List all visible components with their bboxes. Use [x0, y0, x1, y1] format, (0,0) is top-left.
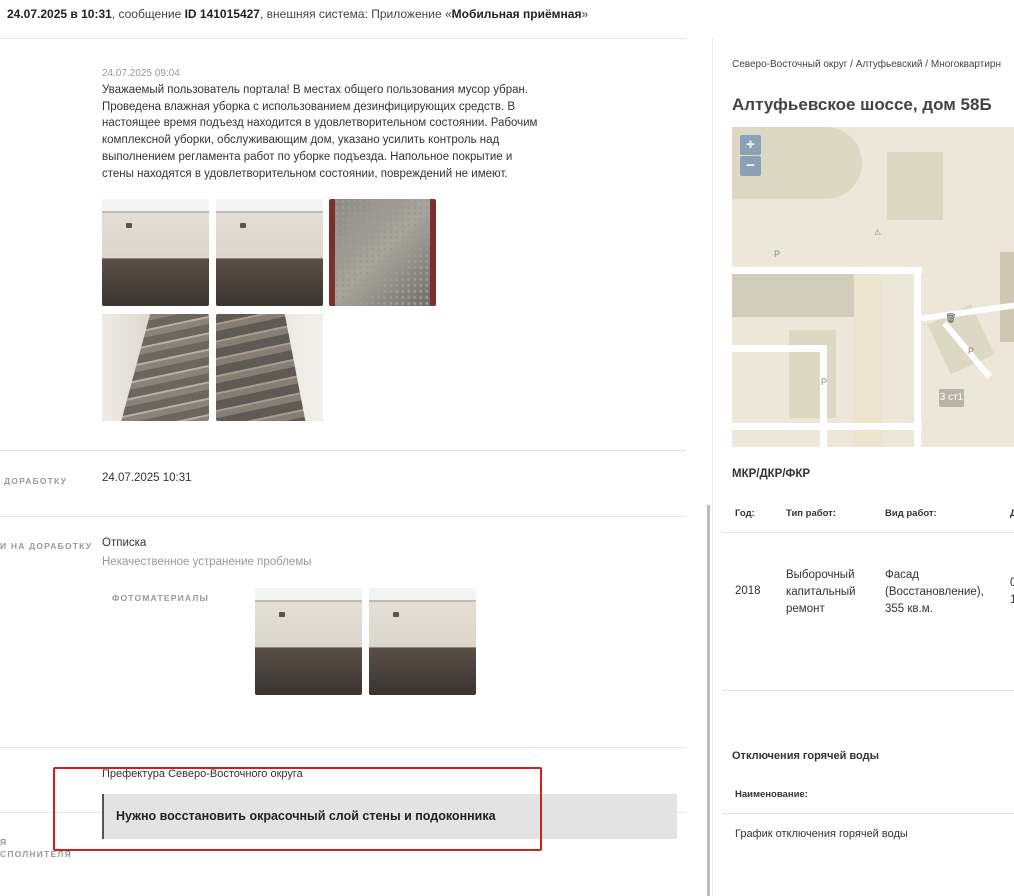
breadcrumb[interactable]: Северо-Восточный округ / Алтуфьевский / …	[732, 59, 1001, 70]
map-road	[732, 423, 922, 430]
map-building	[887, 152, 943, 220]
rework-photo-2[interactable]	[369, 588, 476, 695]
rework-date-value: 24.07.2025 10:31	[102, 472, 192, 484]
map-building	[789, 330, 836, 418]
works-col-extra: Д	[1010, 508, 1014, 519]
map[interactable]: P P P ⚠ 🗑 + − 3 ст1	[732, 127, 1014, 447]
executor-label-line2: СПОЛНИТЕЛЯ	[0, 849, 72, 859]
answer-photo-1[interactable]	[102, 199, 209, 306]
works-col-kind: Вид работ:	[885, 508, 937, 519]
works-extra: 0 1	[1010, 577, 1014, 606]
external-system-name: Мобильная приёмная	[451, 7, 582, 21]
map-road	[820, 345, 827, 447]
address-panel: Северо-Восточный округ / Алтуфьевский / …	[712, 38, 1014, 896]
trash-icon: 🗑	[945, 313, 957, 323]
works-col-type: Тип работ:	[786, 508, 836, 519]
rework-date-label: ДОРАБОТКУ	[4, 476, 68, 486]
works-title: МКР/ДКР/ФКР	[732, 468, 811, 480]
header-text-close: »	[581, 7, 589, 21]
header-text-system: , внешняя система: Приложение «	[259, 7, 452, 21]
map-zoom-controls: + −	[740, 135, 761, 177]
executor-label-line1: Я	[0, 837, 8, 847]
divider	[0, 450, 686, 451]
rework-reason-value: Отписка	[102, 537, 147, 549]
building-badge[interactable]: 3 ст1	[939, 389, 964, 407]
map-building	[854, 277, 882, 447]
answer-date: 24.07.2025 09:04	[102, 68, 180, 79]
answer-photo-3[interactable]	[329, 199, 436, 306]
parking-icon: P	[774, 249, 781, 259]
photos-label: ФОТОМАТЕРИАЛЫ	[112, 593, 210, 603]
answer-photo-5[interactable]	[216, 314, 323, 421]
answer-text: Уважаемый пользователь портала! В местах…	[102, 84, 538, 180]
rework-reason-detail: Некачественное устранение проблемы	[102, 556, 312, 568]
divider	[722, 690, 1014, 691]
parking-icon: P	[821, 377, 828, 387]
divider	[0, 747, 686, 748]
works-col-year: Год:	[735, 508, 755, 519]
map-building	[1000, 252, 1014, 342]
answer-photo-4[interactable]	[102, 314, 209, 421]
map-road	[732, 345, 827, 352]
message-date: 24.07.2025 в 10:31	[7, 7, 112, 21]
map-road	[914, 267, 921, 447]
executor-comment: Нужно восстановить окрасочный слой стены…	[102, 794, 677, 839]
divider	[722, 532, 1014, 533]
map-road	[732, 267, 922, 274]
divider	[0, 516, 686, 517]
message-id: ID 141015427	[184, 7, 260, 21]
divider	[722, 813, 1014, 814]
zoom-in-button[interactable]: +	[740, 135, 761, 155]
hot-water-col-name: Наименование:	[735, 789, 808, 800]
works-kind: Фасад (Восстановление), 355 кв.м.	[885, 569, 984, 615]
rework-reason-label: И НА ДОРАБОТКУ	[0, 541, 93, 551]
scrollbar[interactable]	[707, 505, 710, 896]
hot-water-item[interactable]: График отключения горячей воды	[735, 826, 908, 843]
hot-water-title: Отключения горячей воды	[732, 750, 879, 762]
rework-photo-1[interactable]	[255, 588, 362, 695]
zoom-out-button[interactable]: −	[740, 156, 761, 176]
address-title: Алтуфьевское шоссе, дом 58Б	[732, 95, 992, 114]
warning-icon: ⚠	[874, 228, 882, 237]
parking-icon: P	[968, 346, 975, 356]
map-building	[732, 274, 854, 317]
header-text-message: , сообщение	[111, 7, 185, 21]
works-year: 2018	[735, 585, 761, 597]
organization-value: Префектура Северо-Восточного округа	[102, 768, 303, 780]
works-type: Выборочный капитальный ремонт	[786, 569, 856, 615]
answer-photo-2[interactable]	[216, 199, 323, 306]
message-header: 24.07.2025 в 10:31, сообщение ID 1410154…	[0, 0, 1014, 28]
message-details: 24.07.2025 09:04 Уважаемый пользователь …	[0, 38, 686, 896]
